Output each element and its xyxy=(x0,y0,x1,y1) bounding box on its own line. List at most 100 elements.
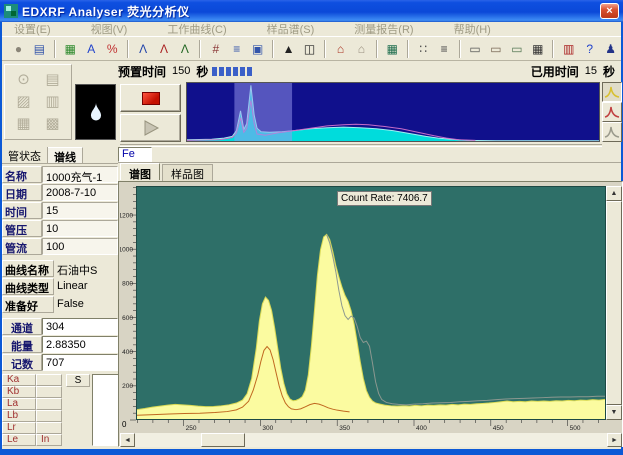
shrink-peak-button[interactable] xyxy=(602,122,622,142)
spectrum-preview[interactable] xyxy=(186,82,600,142)
line-label-Ka[interactable]: Ka xyxy=(2,374,36,386)
data-table-icon-button[interactable]: ▦ xyxy=(383,39,402,59)
tab-spectrum-chart[interactable]: 谱图 xyxy=(120,163,160,180)
copy-spectrum-icon[interactable]: ▨ xyxy=(16,94,30,110)
medium-icon[interactable]: ▩ xyxy=(45,116,59,132)
close-button[interactable]: × xyxy=(600,3,619,19)
progress-block xyxy=(233,67,238,76)
scroll-right-button[interactable]: ► xyxy=(607,433,622,447)
horizontal-scroll-track[interactable] xyxy=(135,433,607,447)
hv-status-icon[interactable]: ▤ xyxy=(45,72,59,88)
roi-grid-icon-button[interactable]: # xyxy=(206,39,225,59)
count-rate-readout: Count Rate: 7406.7 xyxy=(337,191,432,206)
tab-spectral-lines[interactable]: 谱线 xyxy=(48,147,83,163)
context-help-icon-button[interactable]: ? xyxy=(580,39,599,59)
line-row: Lb xyxy=(2,410,64,422)
progress-block xyxy=(226,67,231,76)
cursor-info-group: 通道304能量2.88350记数707 xyxy=(2,317,118,371)
x-tick-label: 500 xyxy=(570,425,581,432)
save-spectrum-icon[interactable]: ▦ xyxy=(16,116,30,132)
timer-icon[interactable]: ⊙ xyxy=(17,72,30,88)
toolbar-separator xyxy=(272,40,274,58)
expand-peak-button[interactable] xyxy=(602,102,622,122)
overlay-spectrum-icon-button[interactable]: Λ xyxy=(175,39,194,59)
samples-home-icon-button[interactable]: ⌂ xyxy=(352,39,371,59)
element-selector-row: Fe xyxy=(118,146,621,163)
line-label-Le[interactable]: Le xyxy=(2,434,36,446)
autoscale-peak-button[interactable] xyxy=(602,82,622,102)
toolbar-separator xyxy=(324,40,326,58)
info-label: 日期 xyxy=(2,184,42,201)
tab-tube-status[interactable]: 管状态 xyxy=(2,147,48,163)
spectrum-plot[interactable]: Count Rate: 7406.7 xyxy=(136,186,606,420)
tab-sample-chart[interactable]: 样品图 xyxy=(162,164,213,181)
scroll-up-button[interactable]: ▲ xyxy=(606,186,622,201)
print-icon: ▭ xyxy=(469,43,480,55)
app-window: EDXRF Analyser 荧光分析仪 × 设置(E) 视图(V) 工作曲线(C)… xyxy=(0,0,623,455)
titlebar[interactable]: EDXRF Analyser 荧光分析仪 × xyxy=(0,0,623,22)
y-axis-ruler: 20040060080010001200 xyxy=(120,185,136,421)
print-setup-icon-button[interactable]: ▭ xyxy=(487,39,506,59)
line-label-La[interactable]: La xyxy=(2,398,36,410)
start-button[interactable] xyxy=(120,114,181,142)
export-image-icon-button[interactable]: ▣ xyxy=(248,39,267,59)
baseline-icon-button[interactable]: ≡ xyxy=(227,39,246,59)
stop-button[interactable] xyxy=(120,84,181,112)
info-value: 15 xyxy=(42,202,118,219)
print-icon-button[interactable]: ▭ xyxy=(466,39,485,59)
print-preview-icon-button[interactable]: ▭ xyxy=(507,39,526,59)
gain-adjust-icon-button[interactable]: ▦ xyxy=(61,39,80,59)
menu-item-1[interactable]: 设置(E) xyxy=(2,21,63,37)
filter-icon[interactable]: ▥ xyxy=(45,94,59,110)
horizontal-scroll-thumb[interactable] xyxy=(201,433,245,447)
line-extra[interactable] xyxy=(36,422,62,434)
percent-ratio-icon: % xyxy=(107,43,118,55)
x-axis-ruler: 250300350400450500 xyxy=(136,420,606,433)
standards-home-icon-button[interactable]: ⌂ xyxy=(331,39,350,59)
menu-item-4[interactable]: 样品谱(S) xyxy=(255,21,327,37)
sphere-connect-icon-button[interactable]: ● xyxy=(9,39,28,59)
about-person-icon-button[interactable]: ♟ xyxy=(601,39,620,59)
calculator-icon-button[interactable]: ▦ xyxy=(528,39,547,59)
line-label-Kb[interactable]: Kb xyxy=(2,386,36,398)
menu-item-2[interactable]: 视图(V) xyxy=(79,21,140,37)
info-value: 10 xyxy=(42,220,118,237)
menu-item-3[interactable]: 工作曲线(C) xyxy=(155,21,238,37)
vertical-scrollbar[interactable]: ▲ ▼ xyxy=(606,186,622,420)
droplet-icon xyxy=(90,103,102,121)
detail-list-icon-button[interactable]: ≡ xyxy=(435,39,454,59)
toolbar-separator xyxy=(407,40,409,58)
delete-spectrum-icon-button[interactable]: Λ xyxy=(155,39,174,59)
scroll-left-button[interactable]: ◄ xyxy=(120,433,135,447)
line-extra[interactable]: In xyxy=(36,434,62,446)
energy-scale-icon-button[interactable]: A xyxy=(82,39,101,59)
menu-item-5[interactable]: 测量报告(R) xyxy=(342,21,425,37)
element-line-listbox[interactable] xyxy=(92,374,120,446)
line-label-Lr[interactable]: Lr xyxy=(2,422,36,434)
percent-ratio-icon-button[interactable]: % xyxy=(103,39,122,59)
right-arrow-icon: ► xyxy=(611,437,618,444)
comm-settings-icon-button[interactable]: ▤ xyxy=(30,39,49,59)
line-label-Lb[interactable]: Lb xyxy=(2,410,36,422)
about-person-icon: ♟ xyxy=(605,43,616,55)
manual-book-icon-button[interactable]: ▥ xyxy=(559,39,578,59)
element-list-icon-button[interactable]: ∷ xyxy=(414,39,433,59)
element-selector[interactable]: Fe xyxy=(118,147,152,162)
comm-settings-icon: ▤ xyxy=(34,43,45,55)
line-extra[interactable] xyxy=(36,374,62,386)
left-tab-strip: 管状态 谱线 xyxy=(2,147,118,164)
cascade-windows-icon-button[interactable]: ◫ xyxy=(300,39,319,59)
peak-search-icon-button[interactable]: ▲ xyxy=(279,39,298,59)
progress-block xyxy=(219,67,224,76)
line-extra[interactable] xyxy=(36,398,62,410)
info-row: 通道304 xyxy=(2,317,118,335)
line-extra[interactable] xyxy=(36,410,62,422)
horizontal-scrollbar[interactable]: ◄ ► xyxy=(120,433,622,447)
toolbar-separator xyxy=(459,40,461,58)
menu-item-6[interactable]: 帮助(H) xyxy=(442,21,503,37)
new-spectrum-icon-button[interactable]: Λ xyxy=(134,39,153,59)
vertical-scroll-thumb[interactable] xyxy=(606,201,622,405)
scroll-down-button[interactable]: ▼ xyxy=(606,405,622,420)
line-extra[interactable] xyxy=(36,386,62,398)
toolbar: ●▤▦A%ΛΛΛ#≡▣▲◫⌂⌂▦∷≡▭▭▭▦▥?♟ xyxy=(2,37,621,61)
